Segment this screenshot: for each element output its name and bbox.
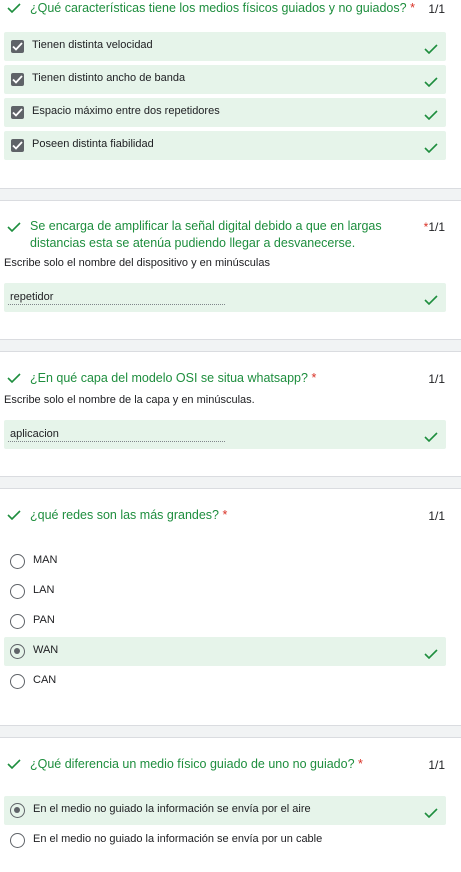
question-score: 1/1 [428,372,445,386]
radio-button[interactable] [10,674,25,689]
correct-check-icon [424,107,438,125]
question-card-1: ¿Qué características tiene los medios fí… [0,0,461,188]
radio-option-selected[interactable]: En el medio no guiado la información se … [4,796,446,825]
correct-check-icon [424,429,438,447]
question-card-3: ¿En qué capa del modelo OSI se situa wha… [0,352,461,476]
radio-button[interactable] [10,614,25,629]
question-title: ¿En qué capa del modelo OSI se situa wha… [30,371,317,385]
answer-text-field[interactable]: repetidor [4,283,446,312]
answer-value: repetidor [10,291,54,303]
option-label: LAN [33,584,55,596]
radio-button-selected[interactable] [10,644,25,659]
section-separator [0,188,461,201]
checked-checkbox-icon[interactable] [11,139,24,152]
option-label: CAN [33,674,57,686]
checkbox-option[interactable]: Poseen distinta fiabilidad [4,131,446,160]
option-label: Tienen distinta velocidad [32,39,153,51]
required-asterisk: * [358,757,363,771]
checkbox-option[interactable]: Tienen distinto ancho de banda [4,65,446,94]
answer-value: aplicacion [10,428,59,440]
correct-check-icon [7,373,21,383]
required-asterisk: * [311,371,317,385]
radio-button[interactable] [10,833,25,848]
checked-checkbox-icon[interactable] [11,73,24,86]
radio-button-selected[interactable] [10,803,25,818]
question-title: Se encarga de amplificar la señal digita… [30,219,382,250]
radio-option[interactable]: CAN [4,667,446,696]
question-score: 1/1 [428,758,445,772]
question-card-4: ¿qué redes son las más grandes? * 1/1 MA… [0,489,461,725]
question-score: 1/1 [428,509,445,523]
option-label: Tienen distinto ancho de banda [32,72,186,84]
radio-option[interactable]: PAN [4,607,446,636]
section-separator [0,339,461,352]
question-card-5: ¿Qué diferencia un medio físico guiado d… [0,738,461,872]
option-label: WAN [33,644,59,656]
radio-option-selected[interactable]: WAN [4,637,446,666]
answer-text-field[interactable]: aplicacion [4,420,446,449]
question-hint: Escribe solo el nombre del dispositivo y… [4,257,270,269]
section-separator [0,725,461,738]
option-label: Espacio máximo entre dos repetidores [32,105,220,117]
required-asterisk: * [410,1,415,15]
checkbox-option[interactable]: Espacio máximo entre dos repetidores [4,98,446,127]
required-asterisk: * [222,508,228,522]
question-hint: Escribe solo el nombre de la capa y en m… [4,394,255,406]
correct-check-icon [424,646,438,664]
correct-check-icon [7,3,21,13]
radio-option[interactable]: MAN [4,547,446,576]
option-label: MAN [33,554,58,566]
checked-checkbox-icon[interactable] [11,40,24,53]
correct-check-icon [7,759,21,769]
correct-check-icon [7,510,21,520]
correct-check-icon [7,222,21,232]
checked-checkbox-icon[interactable] [11,106,24,119]
correct-check-icon [424,805,438,823]
correct-check-icon [424,41,438,59]
question-title: ¿Qué características tiene los medios fí… [30,1,415,15]
question-score: 1/1 [428,2,445,16]
correct-check-icon [424,140,438,158]
radio-button[interactable] [10,554,25,569]
radio-option[interactable]: En el medio no guiado la información se … [4,826,446,855]
option-label: Poseen distinta fiabilidad [32,138,154,150]
question-title: ¿qué redes son las más grandes? * [30,508,228,522]
radio-option[interactable]: LAN [4,577,446,606]
question-card-2: Se encarga de amplificar la señal digita… [0,201,461,339]
correct-check-icon [424,74,438,92]
option-label: PAN [33,614,55,626]
correct-check-icon [424,292,438,310]
section-separator [0,476,461,489]
option-label: En el medio no guiado la información se … [33,833,323,845]
option-label: En el medio no guiado la información se … [33,803,311,815]
checkbox-option[interactable]: Tienen distinta velocidad [4,32,446,61]
question-title: ¿Qué diferencia un medio físico guiado d… [30,757,363,771]
question-score: *1/1 [423,220,445,234]
radio-button[interactable] [10,584,25,599]
